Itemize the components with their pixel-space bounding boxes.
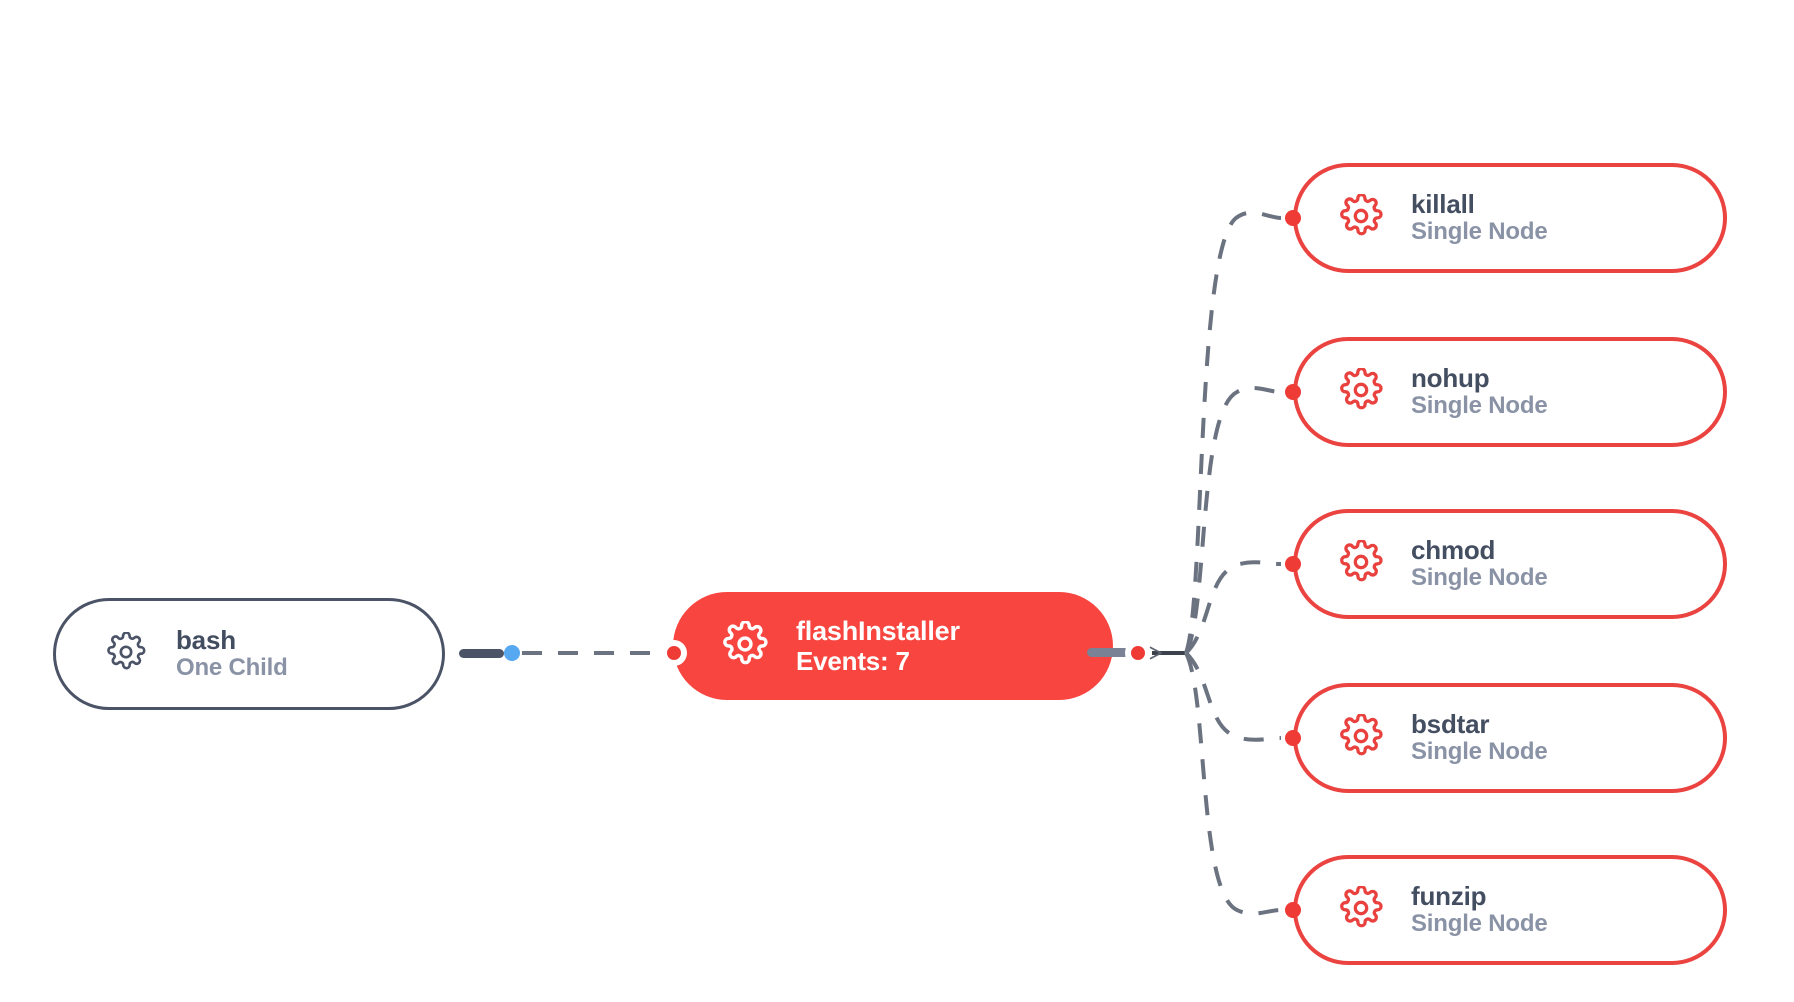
node-labels: chmod Single Node <box>1411 535 1548 592</box>
node-nohup[interactable]: nohup Single Node <box>1293 337 1727 447</box>
node-flashinstaller[interactable]: flashInstaller Events: 7 <box>673 592 1113 700</box>
node-subtitle: One Child <box>176 654 288 682</box>
gear-icon <box>1339 192 1383 243</box>
node-labels: flashInstaller Events: 7 <box>796 616 960 675</box>
edge-flashinstaller-to-killall <box>1184 210 1282 654</box>
node-title: killall <box>1411 189 1475 219</box>
node-subtitle: Single Node <box>1411 392 1548 420</box>
node-labels: nohup Single Node <box>1411 363 1548 420</box>
edge-flashinstaller-to-nohup <box>1184 386 1282 654</box>
node-subtitle: Events: 7 <box>796 645 910 676</box>
target-handle-funzip[interactable] <box>1285 902 1301 918</box>
target-handle-killall[interactable] <box>1285 210 1301 226</box>
node-bsdtar[interactable]: bsdtar Single Node <box>1293 683 1727 793</box>
node-labels: bsdtar Single Node <box>1411 709 1548 766</box>
process-tree-graph-canvas[interactable]: bash One Child flashInstaller Events: 7 <box>0 0 1794 1002</box>
gear-icon <box>1339 538 1383 589</box>
target-handle-flashinstaller[interactable] <box>661 640 687 666</box>
node-labels: bash One Child <box>176 625 288 682</box>
gear-icon <box>1339 884 1383 935</box>
target-handle-bsdtar[interactable] <box>1285 730 1301 746</box>
node-title: chmod <box>1411 535 1496 565</box>
node-title: funzip <box>1411 881 1487 911</box>
node-chmod[interactable]: chmod Single Node <box>1293 509 1727 619</box>
node-title: nohup <box>1411 363 1490 393</box>
gear-icon <box>1339 366 1383 417</box>
node-funzip[interactable]: funzip Single Node <box>1293 855 1727 965</box>
edge-flashinstaller-to-chmod <box>1184 560 1282 655</box>
node-labels: funzip Single Node <box>1411 881 1548 938</box>
target-handle-nohup[interactable] <box>1285 384 1301 400</box>
collapse-bar-bash[interactable] <box>459 649 504 658</box>
node-labels: killall Single Node <box>1411 189 1548 246</box>
edges-layer <box>522 210 1282 916</box>
node-subtitle: Single Node <box>1411 738 1548 766</box>
node-subtitle: Single Node <box>1411 910 1548 938</box>
node-subtitle: Single Node <box>1411 218 1548 246</box>
node-killall[interactable]: killall Single Node <box>1293 163 1727 273</box>
node-subtitle: Single Node <box>1411 564 1548 592</box>
edge-flashinstaller-to-bsdtar <box>1184 651 1282 742</box>
source-handle-flashinstaller[interactable] <box>1125 640 1151 666</box>
node-bash[interactable]: bash One Child <box>53 598 445 710</box>
collapse-bar-flashinstaller[interactable] <box>1087 648 1129 657</box>
node-title: bsdtar <box>1411 709 1490 739</box>
gear-icon <box>722 619 768 672</box>
target-handle-chmod[interactable] <box>1285 556 1301 572</box>
source-handle-bash[interactable] <box>504 645 520 661</box>
edge-flashinstaller-to-funzip <box>1184 652 1282 916</box>
gear-icon <box>1339 712 1383 763</box>
node-title: bash <box>176 625 236 655</box>
node-title: flashInstaller <box>796 616 960 647</box>
gear-icon <box>106 630 146 677</box>
